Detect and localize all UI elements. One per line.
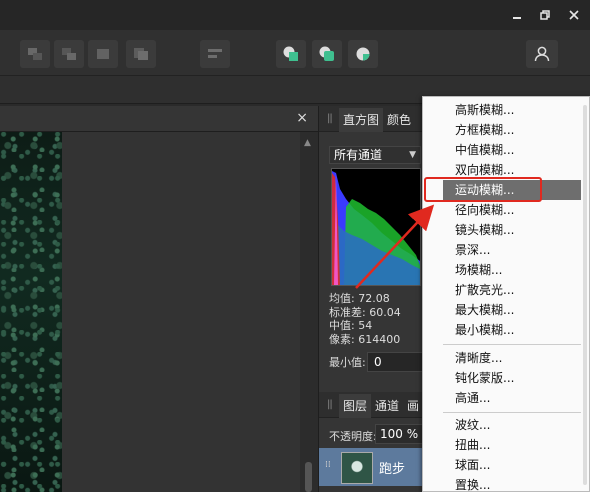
app-window: × ▲ || 直方图 颜色 所有通道 ▼ 均值: 72.08 标准差: 60.0…	[0, 0, 590, 492]
annotation-arrow-icon	[355, 204, 435, 289]
